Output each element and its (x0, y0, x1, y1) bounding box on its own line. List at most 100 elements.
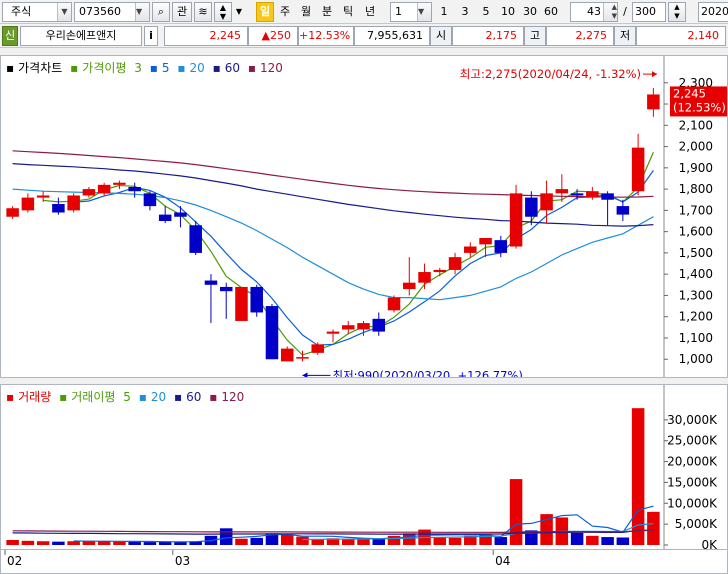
price-tick-label: 1,500 (679, 246, 713, 260)
candle (311, 342, 324, 355)
candle-body (280, 348, 294, 362)
volume-bar (296, 536, 309, 545)
interval-3-label: 3 (461, 5, 469, 18)
period-year-label: 년 (364, 5, 376, 18)
candle (113, 180, 126, 190)
high-price: 2,275 (546, 26, 614, 46)
prev-next-stepper[interactable]: ▲ ▼ (214, 2, 232, 22)
candle-body (21, 197, 35, 211)
interval-3-button[interactable]: 3 (457, 2, 473, 22)
legend-vma20: 20 (150, 390, 167, 404)
info-button[interactable]: i (144, 26, 158, 46)
interest-button[interactable]: 관 (172, 2, 192, 22)
legend-ma5-icon: ▪ (149, 61, 158, 75)
legend-marker-icon: ▪ (6, 61, 15, 75)
low-price-value: 2,140 (687, 29, 720, 42)
interval-60-button[interactable]: 60 (541, 2, 561, 22)
legend-ma120-icon: ▪ (247, 61, 256, 75)
period-day-button[interactable]: 일 (256, 2, 274, 22)
market-select[interactable]: 주식 ▼ (2, 2, 72, 22)
interval-30-button[interactable]: 30 (520, 2, 540, 22)
interval-10-button[interactable]: 10 (498, 2, 518, 22)
legend-ma60-icon: ▪ (212, 61, 221, 75)
candle-body (67, 195, 80, 211)
volume-bar (6, 539, 19, 545)
change-percent: +12.53% (298, 26, 354, 46)
legend-vma5: 5 (123, 390, 131, 404)
price-chart[interactable]: 2,3002,2002,1002,0001,9001,8001,7001,600… (1, 56, 727, 377)
fold-button[interactable]: ≋ (194, 2, 212, 22)
volume-bar (586, 535, 599, 545)
price-legend-title: 가격차트 (18, 61, 63, 75)
x-axis-labels: 02 03 04 (4, 550, 510, 568)
chevron-down-icon[interactable]: ▼ (417, 3, 431, 21)
open-price-value: 2,175 (485, 29, 518, 42)
chevron-down-icon[interactable]: ▼ (57, 3, 71, 21)
search-icon: ⌕ (157, 5, 165, 18)
low-label-text: 저 (619, 29, 631, 42)
volume-chart-panel[interactable]: 30,000K 25,000K 20,000K 15,000K 10,000K 5,000… (0, 384, 728, 550)
candle-body (342, 325, 355, 330)
count-stepper-value: 43 (587, 5, 601, 18)
price-chart-panel[interactable]: 2,3002,2002,1002,0001,9001,8001,7001,600… (0, 55, 728, 378)
count-stepper[interactable]: 43 ▲ ▼ (570, 2, 618, 22)
low-annotation: 최저:990(2020/03/20, +126.77%) (332, 368, 522, 377)
date-input[interactable]: 2020/ (698, 2, 728, 22)
x-tick-label: 03 (175, 554, 190, 568)
candle-body (219, 286, 233, 292)
interval-5-button[interactable]: 5 (478, 2, 494, 22)
period-tick-label: 틱 (342, 5, 354, 18)
candle (296, 350, 309, 362)
candle-body (509, 193, 523, 247)
volume-bar (403, 533, 416, 545)
interval-30-label: 30 (523, 5, 537, 18)
candle-body (311, 344, 324, 353)
more-dropdown[interactable]: ▼ (233, 2, 245, 22)
chevron-down-icon[interactable]: ▼ (135, 3, 149, 21)
volume-tick-label: 25,000K (667, 434, 718, 448)
price-tick-label: 1,600 (679, 225, 713, 239)
legend-ma60: 60 (224, 61, 241, 75)
info-icon: i (149, 29, 153, 42)
interval-60-label: 60 (544, 5, 558, 18)
volume-bar (250, 537, 263, 545)
legend-vma60-icon: ▪ (173, 390, 183, 404)
candle (189, 221, 202, 256)
candle (387, 295, 401, 313)
candle-body (113, 182, 126, 185)
interval-select[interactable]: 1 ▼ (390, 2, 432, 22)
volume-bar (143, 542, 157, 545)
low-label: 저 (614, 26, 636, 46)
interval-1-button[interactable]: 1 (436, 2, 452, 22)
current-price: 2,245 (164, 26, 248, 46)
price-tick-label: 1,300 (679, 288, 713, 302)
volume-tick-label: 20,000K (667, 455, 718, 469)
candle-body (555, 189, 569, 194)
period-tick-button[interactable]: 틱 (339, 2, 357, 22)
candle (418, 263, 431, 290)
volume-bar (433, 537, 447, 545)
candle-body (494, 240, 508, 253)
total-input[interactable]: 300 (632, 2, 666, 22)
candle (357, 320, 370, 336)
candle-body (265, 306, 279, 360)
candle (601, 191, 614, 226)
volume-tick-label: 15,000K (667, 475, 718, 489)
period-week-button[interactable]: 주 (276, 2, 294, 22)
spin-icon[interactable]: ▲ ▼ (603, 3, 617, 21)
volume-bar (36, 541, 50, 545)
legend-vma120-icon: ▪ (209, 390, 218, 404)
period-year-button[interactable]: 년 (360, 2, 380, 22)
code-input[interactable]: 073560 ▼ (74, 2, 150, 22)
volume-chart[interactable]: 30,000K 25,000K 20,000K 15,000K 10,000K 5,000… (1, 385, 727, 549)
period-month-button[interactable]: 월 (297, 2, 315, 22)
zoom-stepper[interactable]: ▲ ▼ (668, 2, 686, 22)
candle-body (174, 212, 187, 217)
search-button[interactable]: ⌕ (152, 2, 170, 22)
candle (67, 193, 80, 213)
volume-bar (494, 537, 508, 545)
volume-bar (52, 541, 65, 545)
candle-body (189, 225, 202, 253)
period-minute-button[interactable]: 분 (318, 2, 336, 22)
candle-body (647, 94, 660, 110)
